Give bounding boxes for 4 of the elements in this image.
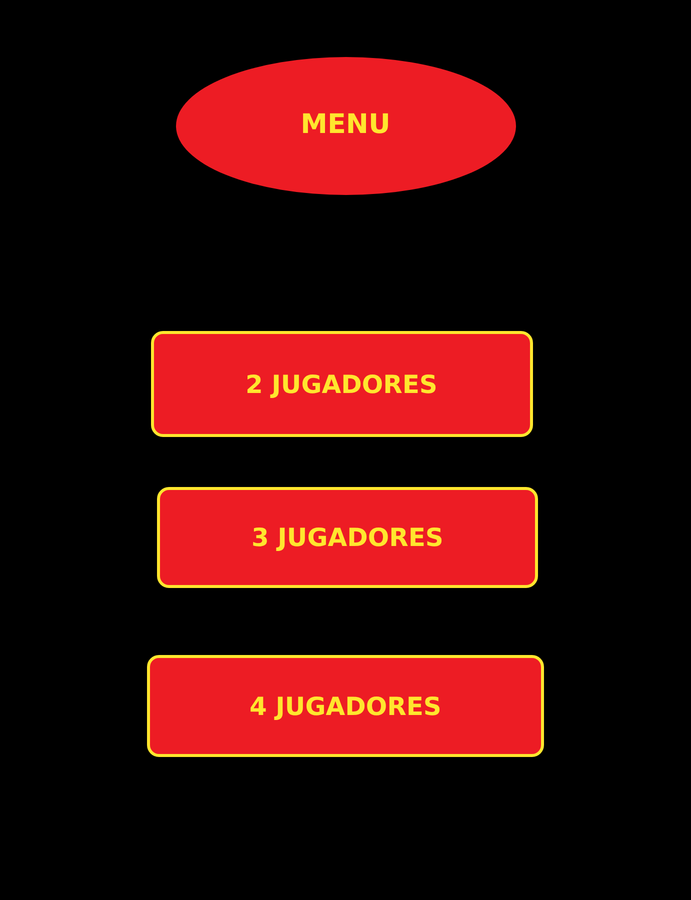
players-button[interactable]: 4 JUGADORES <box>147 655 544 757</box>
players-button[interactable]: 3 JUGADORES <box>157 487 538 588</box>
players-button[interactable]: 2 JUGADORES <box>150 331 532 437</box>
menu-title: MENU <box>176 57 516 195</box>
